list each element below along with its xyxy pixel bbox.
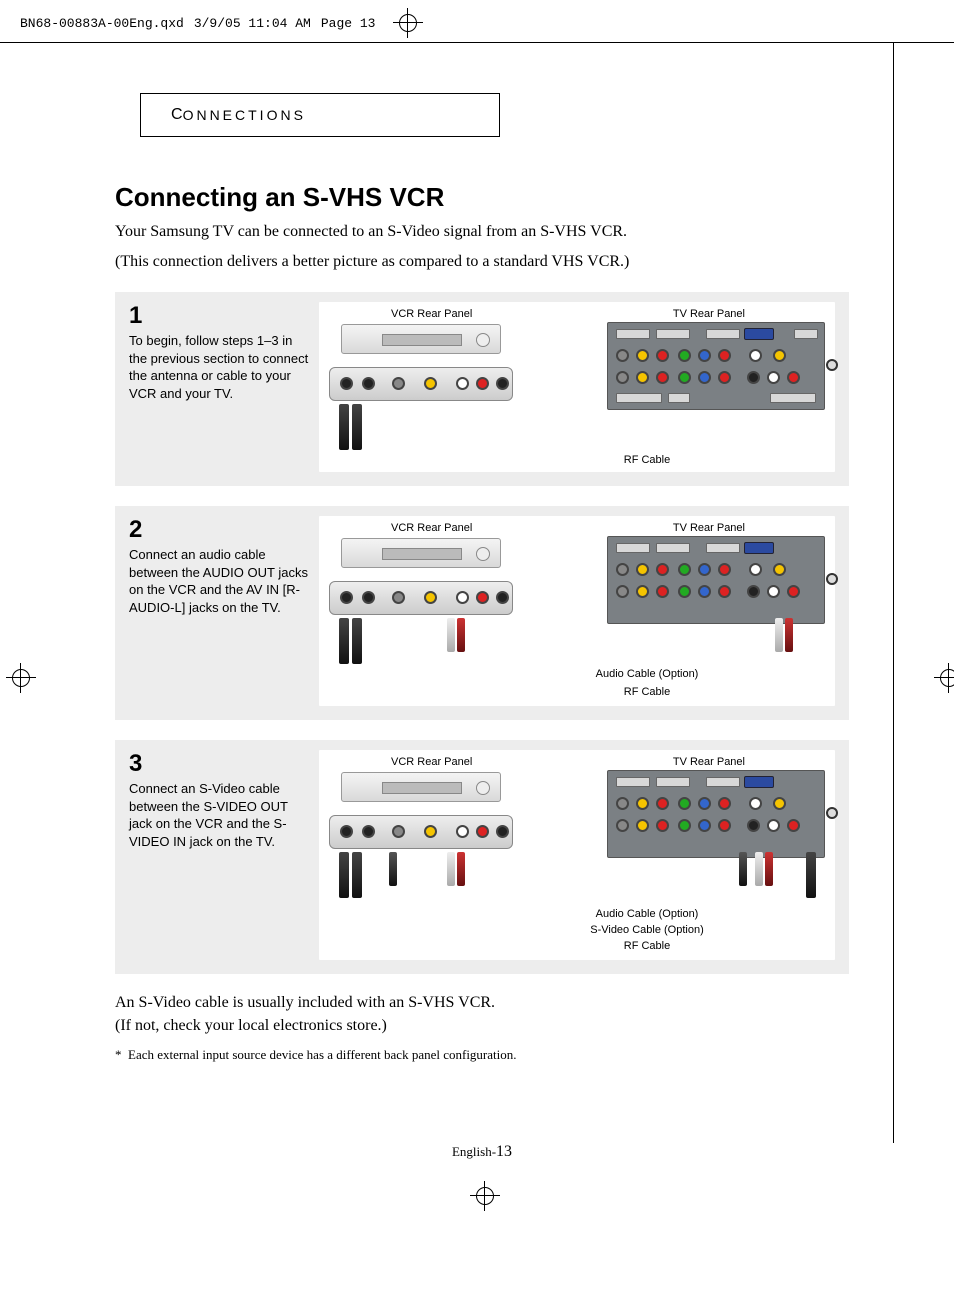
vcr-label: VCR Rear Panel — [391, 308, 472, 320]
step-1-number: 1 — [129, 302, 309, 330]
post-text-2: (If not, check your local electronics st… — [115, 1015, 849, 1037]
svideo-plug-left-icon — [389, 852, 399, 889]
svideo-plug-right-icon — [739, 852, 749, 889]
rf-cable-label: RF Cable — [499, 940, 795, 952]
print-page: Page 13 — [321, 16, 376, 31]
coax-port-icon — [826, 807, 838, 819]
intro-text-1: Your Samsung TV can be connected to an S… — [115, 221, 849, 243]
step-3: 3 Connect an S-Video cable between the S… — [115, 740, 849, 974]
rf-cable-label: RF Cable — [499, 454, 795, 466]
tv-rear-icon — [607, 536, 825, 624]
asterisk-icon: * — [115, 1047, 122, 1062]
coax-port-icon — [826, 359, 838, 371]
page-title: Connecting an S-VHS VCR — [115, 182, 849, 213]
rca-plugs-left-icon — [447, 618, 467, 655]
vcr-rear-icon — [329, 815, 513, 849]
vcr-front-icon — [341, 538, 501, 568]
tv-label: TV Rear Panel — [673, 522, 745, 534]
tv-label: TV Rear Panel — [673, 308, 745, 320]
vcr-rear-icon — [329, 367, 513, 401]
step-2-text: Connect an audio cable between the AUDIO… — [129, 546, 309, 616]
tv-rear-icon — [607, 770, 825, 858]
page-number-prefix: English- — [452, 1144, 496, 1159]
right-crop-rule — [893, 43, 894, 1143]
section-header-first: C — [171, 106, 183, 124]
rf-cable-label: RF Cable — [499, 686, 795, 698]
page-number: English-13 — [115, 1143, 849, 1161]
print-datetime: 3/9/05 11:04 AM — [194, 16, 311, 31]
step-3-number: 3 — [129, 750, 309, 778]
step-1: 1 To begin, follow steps 1–3 in the prev… — [115, 292, 849, 486]
registration-mark-bottom — [462, 1181, 492, 1211]
rca-plugs-left-icon — [447, 852, 467, 889]
registration-mark-left — [0, 663, 28, 693]
step-1-text: To begin, follow steps 1–3 in the previo… — [129, 332, 309, 402]
rca-plugs-right-icon — [755, 852, 775, 889]
step-3-diagram: VCR Rear Panel TV Rear Panel — [319, 750, 835, 960]
footnote-text: Each external input source device has a … — [128, 1047, 517, 1062]
step-2: 2 Connect an audio cable between the AUD… — [115, 506, 849, 720]
intro-text-2: (This connection delivers a better pictu… — [115, 251, 849, 273]
tv-label: TV Rear Panel — [673, 756, 745, 768]
print-filename: BN68-00883A-00Eng.qxd — [20, 16, 184, 31]
section-header: CONNECTIONS — [140, 93, 500, 137]
coax-plugs-icon — [339, 404, 365, 453]
coax-plug-right-icon — [806, 852, 819, 901]
coax-plugs-icon — [339, 852, 365, 901]
page-content: CONNECTIONS Connecting an S-VHS VCR Your… — [115, 93, 849, 1161]
registration-mark-right — [926, 663, 954, 693]
registration-mark-icon — [393, 8, 423, 38]
section-header-rest: ONNECTIONS — [183, 107, 306, 123]
vcr-label: VCR Rear Panel — [391, 522, 472, 534]
post-text-1: An S-Video cable is usually included wit… — [115, 992, 849, 1014]
step-1-diagram: VCR Rear Panel TV Rear Panel — [319, 302, 835, 472]
footnote: * Each external input source device has … — [115, 1047, 849, 1063]
audio-cable-label: Audio Cable (Option) — [499, 908, 795, 920]
print-header: BN68-00883A-00Eng.qxd 3/9/05 11:04 AM Pa… — [0, 0, 954, 43]
vcr-front-icon — [341, 772, 501, 802]
svideo-cable-label: S-Video Cable (Option) — [499, 924, 795, 936]
step-2-diagram: VCR Rear Panel TV Rear Panel — [319, 516, 835, 706]
tv-rear-icon — [607, 322, 825, 410]
step-3-text: Connect an S-Video cable between the S-V… — [129, 780, 309, 850]
audio-cable-label: Audio Cable (Option) — [499, 668, 795, 680]
vcr-rear-icon — [329, 581, 513, 615]
rca-plugs-right-icon — [775, 618, 795, 655]
page-number-value: 13 — [496, 1143, 512, 1160]
step-2-number: 2 — [129, 516, 309, 544]
vcr-front-icon — [341, 324, 501, 354]
coax-port-icon — [826, 573, 838, 585]
coax-plugs-icon — [339, 618, 365, 667]
vcr-label: VCR Rear Panel — [391, 756, 472, 768]
